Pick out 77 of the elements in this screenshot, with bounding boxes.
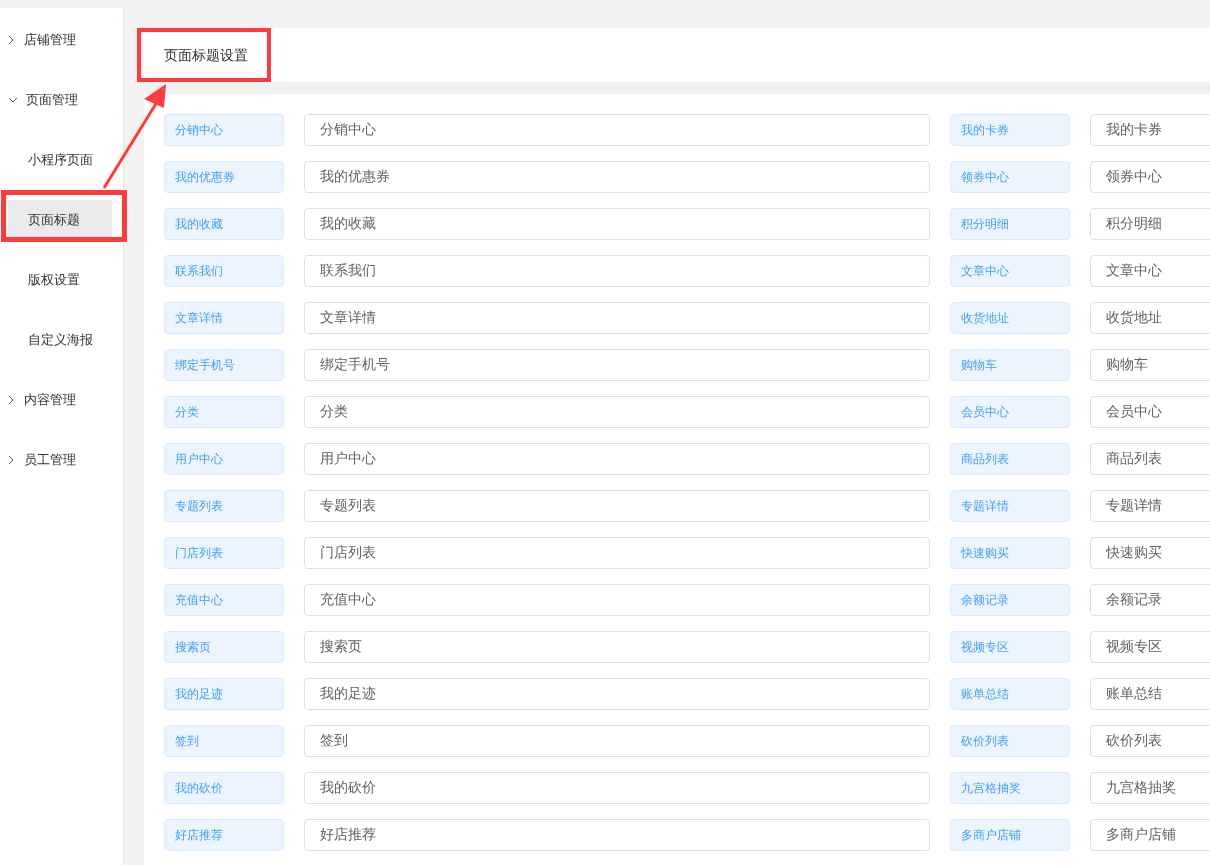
sidebar-item[interactable]: 小程序页面	[8, 140, 112, 180]
field-label: 联系我们	[164, 255, 284, 287]
sidebar-group[interactable]: 页面管理	[0, 70, 123, 130]
input-field[interactable]: 用户中心	[304, 443, 930, 475]
input-field[interactable]: 我的足迹	[304, 678, 930, 710]
chevron-right-icon	[8, 35, 14, 45]
input-field[interactable]: 专题列表	[304, 490, 930, 522]
field-label: 我的收藏	[164, 208, 284, 240]
input-field[interactable]: 联系我们	[304, 255, 930, 287]
field-label: 好店推荐	[164, 819, 284, 851]
chevron-right-icon	[8, 455, 14, 465]
field-label: 视频专区	[950, 631, 1070, 663]
input-field[interactable]: 购物车	[1090, 349, 1210, 381]
sidebar-item[interactable]: 页面标题	[8, 200, 112, 240]
input-field[interactable]: 签到	[304, 725, 930, 757]
input-field[interactable]: 商品列表	[1090, 443, 1210, 475]
field-label: 收货地址	[950, 302, 1070, 334]
field-label: 专题列表	[164, 490, 284, 522]
input-field[interactable]: 砍价列表	[1090, 725, 1210, 757]
field-label: 搜索页	[164, 631, 284, 663]
field-label: 分类	[164, 396, 284, 428]
field-label: 我的足迹	[164, 678, 284, 710]
field-label: 账单总结	[950, 678, 1070, 710]
input-field[interactable]: 我的收藏	[304, 208, 930, 240]
field-label: 快速购买	[950, 537, 1070, 569]
input-field[interactable]: 好店推荐	[304, 819, 930, 851]
input-field[interactable]: 我的卡券	[1090, 114, 1210, 146]
field-label: 签到	[164, 725, 284, 757]
sidebar-group[interactable]: 内容管理	[0, 370, 123, 430]
chevron-down-icon	[8, 97, 18, 103]
input-field[interactable]: 视频专区	[1090, 631, 1210, 663]
field-label: 积分明细	[950, 208, 1070, 240]
sidebar-item[interactable]: 自定义海报	[8, 320, 112, 360]
input-field[interactable]: 快速购买	[1090, 537, 1210, 569]
field-label: 文章中心	[950, 255, 1070, 287]
field-label: 会员中心	[950, 396, 1070, 428]
input-field[interactable]: 九宫格抽奖	[1090, 772, 1210, 804]
input-field[interactable]: 余额记录	[1090, 584, 1210, 616]
field-label: 专题详情	[950, 490, 1070, 522]
input-field[interactable]: 文章详情	[304, 302, 930, 334]
field-label: 九宫格抽奖	[950, 772, 1070, 804]
input-field[interactable]: 分销中心	[304, 114, 930, 146]
input-field[interactable]: 门店列表	[304, 537, 930, 569]
input-field[interactable]: 专题详情	[1090, 490, 1210, 522]
sidebar-group[interactable]: 员工管理	[0, 430, 123, 490]
input-field[interactable]: 充值中心	[304, 584, 930, 616]
field-label: 我的优惠券	[164, 161, 284, 193]
field-label: 余额记录	[950, 584, 1070, 616]
input-field[interactable]: 会员中心	[1090, 396, 1210, 428]
field-label: 我的砍价	[164, 772, 284, 804]
field-label: 分销中心	[164, 114, 284, 146]
input-field[interactable]: 分类	[304, 396, 930, 428]
field-label: 我的卡券	[950, 114, 1070, 146]
sidebar-item[interactable]: 版权设置	[8, 260, 112, 300]
input-field[interactable]: 文章中心	[1090, 255, 1210, 287]
input-field[interactable]: 搜索页	[304, 631, 930, 663]
field-label: 购物车	[950, 349, 1070, 381]
field-label: 领券中心	[950, 161, 1070, 193]
input-field[interactable]: 多商户店铺	[1090, 819, 1210, 851]
field-label: 门店列表	[164, 537, 284, 569]
input-field[interactable]: 我的优惠券	[304, 161, 930, 193]
field-label: 充值中心	[164, 584, 284, 616]
input-field[interactable]: 积分明细	[1090, 208, 1210, 240]
field-label: 砍价列表	[950, 725, 1070, 757]
field-label: 绑定手机号	[164, 349, 284, 381]
field-label: 商品列表	[950, 443, 1070, 475]
sidebar-group[interactable]: 店铺管理	[0, 10, 123, 70]
input-field[interactable]: 收货地址	[1090, 302, 1210, 334]
field-label: 多商户店铺	[950, 819, 1070, 851]
input-field[interactable]: 账单总结	[1090, 678, 1210, 710]
panel-title: 页面标题设置	[164, 45, 248, 65]
field-label: 文章详情	[164, 302, 284, 334]
input-field[interactable]: 绑定手机号	[304, 349, 930, 381]
chevron-right-icon	[8, 395, 14, 405]
input-field[interactable]: 领券中心	[1090, 161, 1210, 193]
field-label: 用户中心	[164, 443, 284, 475]
input-field[interactable]: 我的砍价	[304, 772, 930, 804]
